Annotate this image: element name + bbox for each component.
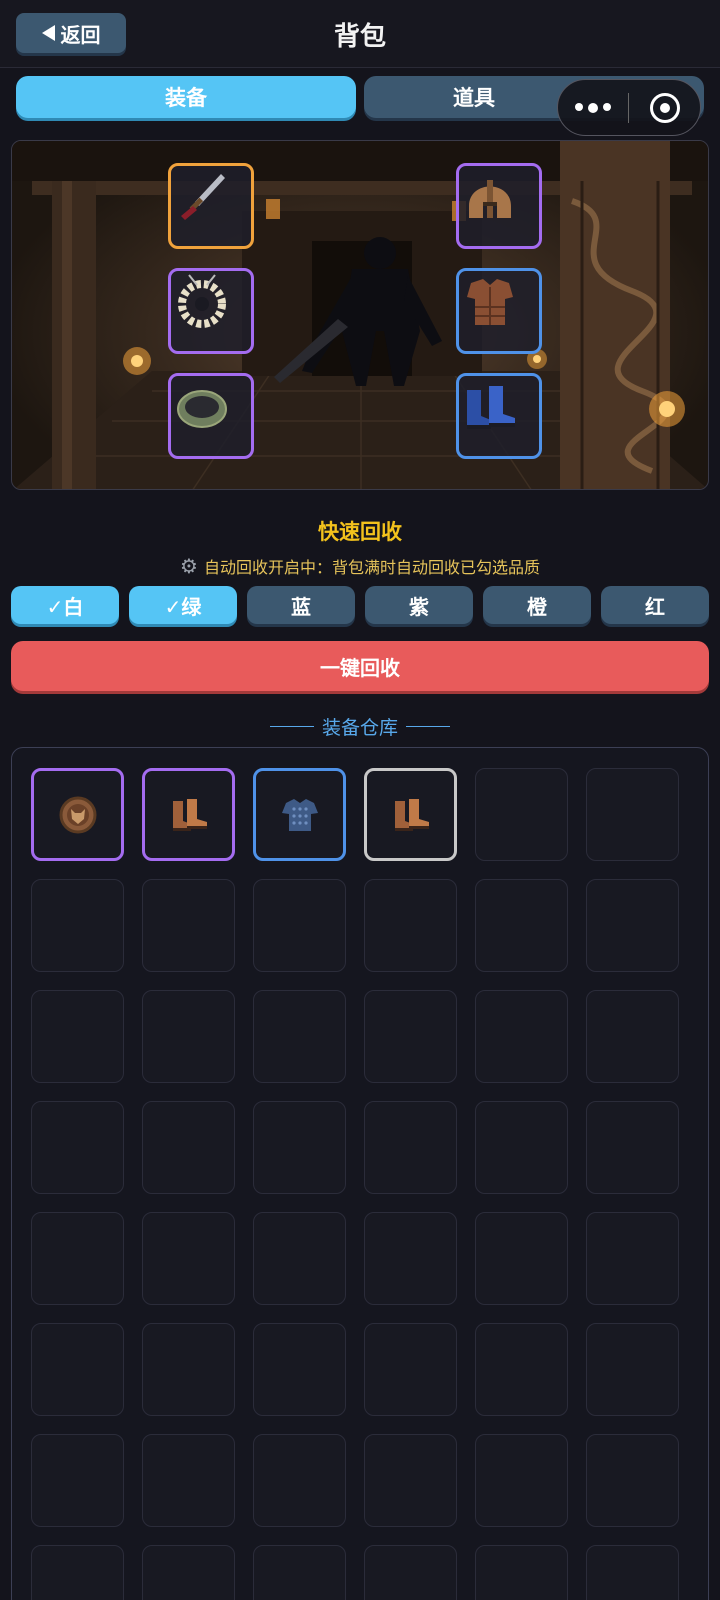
leather-armor-icon [467,279,513,325]
equip-slot-boots[interactable] [456,373,542,459]
warehouse-empty-slot[interactable] [31,990,124,1083]
target-circle-icon [649,92,680,123]
filter-white[interactable]: ✓白 [11,586,119,624]
filter-orange[interactable]: 橙 [483,586,591,624]
equip-slot-ring[interactable] [168,373,254,459]
warehouse-title-label: 装备仓库 [321,717,398,739]
warehouse-empty-slot[interactable] [253,1101,346,1194]
top-bar: 返回 背包 [0,0,720,68]
warehouse-item-slot[interactable] [142,768,235,861]
warehouse-empty-slot[interactable] [31,879,124,972]
helmet-icon [469,180,511,218]
warehouse-empty-slot[interactable] [31,1212,124,1305]
warehouse-empty-slot[interactable] [31,1434,124,1527]
chainmail-shirt-icon [281,798,318,831]
warehouse-empty-slot[interactable] [364,1545,457,1600]
warehouse-empty-slot[interactable] [142,1101,235,1194]
auto-recycle-status: ⚙ 自动回收开启中：背包满时自动回收已勾选品质 [0,554,720,578]
warehouse-empty-slot[interactable] [31,1101,124,1194]
warehouse-empty-slot[interactable] [475,1212,568,1305]
leather-boots-icon [172,798,207,831]
wolf-medallion-icon [59,796,96,833]
tab-items-label: 道具 [453,86,495,110]
warehouse-empty-slot[interactable] [586,879,679,972]
leather-boots-icon [394,798,429,831]
equip-slot-armor[interactable] [456,268,542,354]
filter-red[interactable]: 红 [601,586,709,624]
warehouse-empty-slot[interactable] [586,1323,679,1416]
more-dots-icon-right [603,102,611,111]
warehouse-empty-slot[interactable] [475,990,568,1083]
warehouse-empty-slot[interactable] [253,1545,346,1600]
filter-purple[interactable]: 紫 [365,586,473,624]
warehouse-empty-slot[interactable] [586,768,679,861]
warehouse-empty-slot[interactable] [364,1434,457,1527]
warehouse-empty-slot[interactable] [586,1434,679,1527]
warehouse-empty-slot[interactable] [475,1434,568,1527]
warehouse-empty-slot[interactable] [475,1101,568,1194]
close-miniprogram-button[interactable] [629,92,700,123]
warehouse-empty-slot[interactable] [586,990,679,1083]
tab-equipment[interactable]: 装备 [16,76,356,118]
warehouse-empty-slot[interactable] [142,1323,235,1416]
warehouse-empty-slot[interactable] [142,879,235,972]
warehouse-empty-slot[interactable] [142,1545,235,1600]
warehouse-empty-slot[interactable] [364,1323,457,1416]
warehouse-empty-slot[interactable] [31,1545,124,1600]
page-title: 背包 [333,22,386,52]
warehouse-empty-slot[interactable] [253,1434,346,1527]
warehouse-empty-slot[interactable] [475,879,568,972]
warehouse-item-slot[interactable] [253,768,346,861]
dagger-icon [181,174,225,220]
one-click-recycle-button[interactable]: 一键回收 [11,641,709,691]
miniprogram-capsule [557,79,701,136]
warehouse-empty-slot[interactable] [586,1212,679,1305]
more-dots-icon [575,102,583,111]
warehouse-empty-slot[interactable] [253,1323,346,1416]
jade-ring-icon [177,390,227,428]
warehouse-empty-slot[interactable] [586,1101,679,1194]
warehouse-empty-slot[interactable] [475,768,568,861]
warehouse-empty-slot[interactable] [475,1545,568,1600]
more-dots-icon-center [588,102,598,113]
warehouse-empty-slot[interactable] [253,1212,346,1305]
warehouse-item-slot[interactable] [364,768,457,861]
equip-slot-helmet[interactable] [456,163,542,249]
quick-recycle-title: 快速回收 [318,520,402,544]
warehouse-empty-slot[interactable] [253,990,346,1083]
warehouse-empty-slot[interactable] [364,1212,457,1305]
warehouse-empty-slot[interactable] [31,1323,124,1416]
warehouse-title: 装备仓库 [0,713,720,740]
warehouse-empty-slot[interactable] [364,990,457,1083]
quality-filter-row: ✓白 ✓绿 蓝 紫 橙 红 [11,586,709,626]
character-scene [11,140,709,490]
filter-blue[interactable]: 蓝 [247,586,355,624]
filter-green[interactable]: ✓绿 [129,586,237,624]
warehouse-empty-slot[interactable] [364,879,457,972]
warehouse-empty-slot[interactable] [142,1212,235,1305]
warehouse-panel [11,747,709,1600]
bone-necklace-icon [178,274,226,328]
blue-boots-icon [467,386,515,429]
warehouse-empty-slot[interactable] [586,1545,679,1600]
equip-slot-weapon[interactable] [168,163,254,249]
more-menu-button[interactable] [558,102,628,113]
title-divider-right [406,726,450,727]
warehouse-empty-slot[interactable] [475,1323,568,1416]
warehouse-empty-slot[interactable] [253,879,346,972]
warehouse-item-slot[interactable] [31,768,124,861]
warehouse-empty-slot[interactable] [364,1101,457,1194]
equip-slot-necklace[interactable] [168,268,254,354]
warehouse-empty-slot[interactable] [142,1434,235,1527]
dungeon-hall-background [12,141,708,489]
auto-recycle-description: 自动回收开启中：背包满时自动回收已勾选品质 [203,558,540,577]
title-divider-left [269,726,314,727]
warehouse-empty-slot[interactable] [142,990,235,1083]
gear-icon[interactable]: ⚙ [180,554,198,578]
